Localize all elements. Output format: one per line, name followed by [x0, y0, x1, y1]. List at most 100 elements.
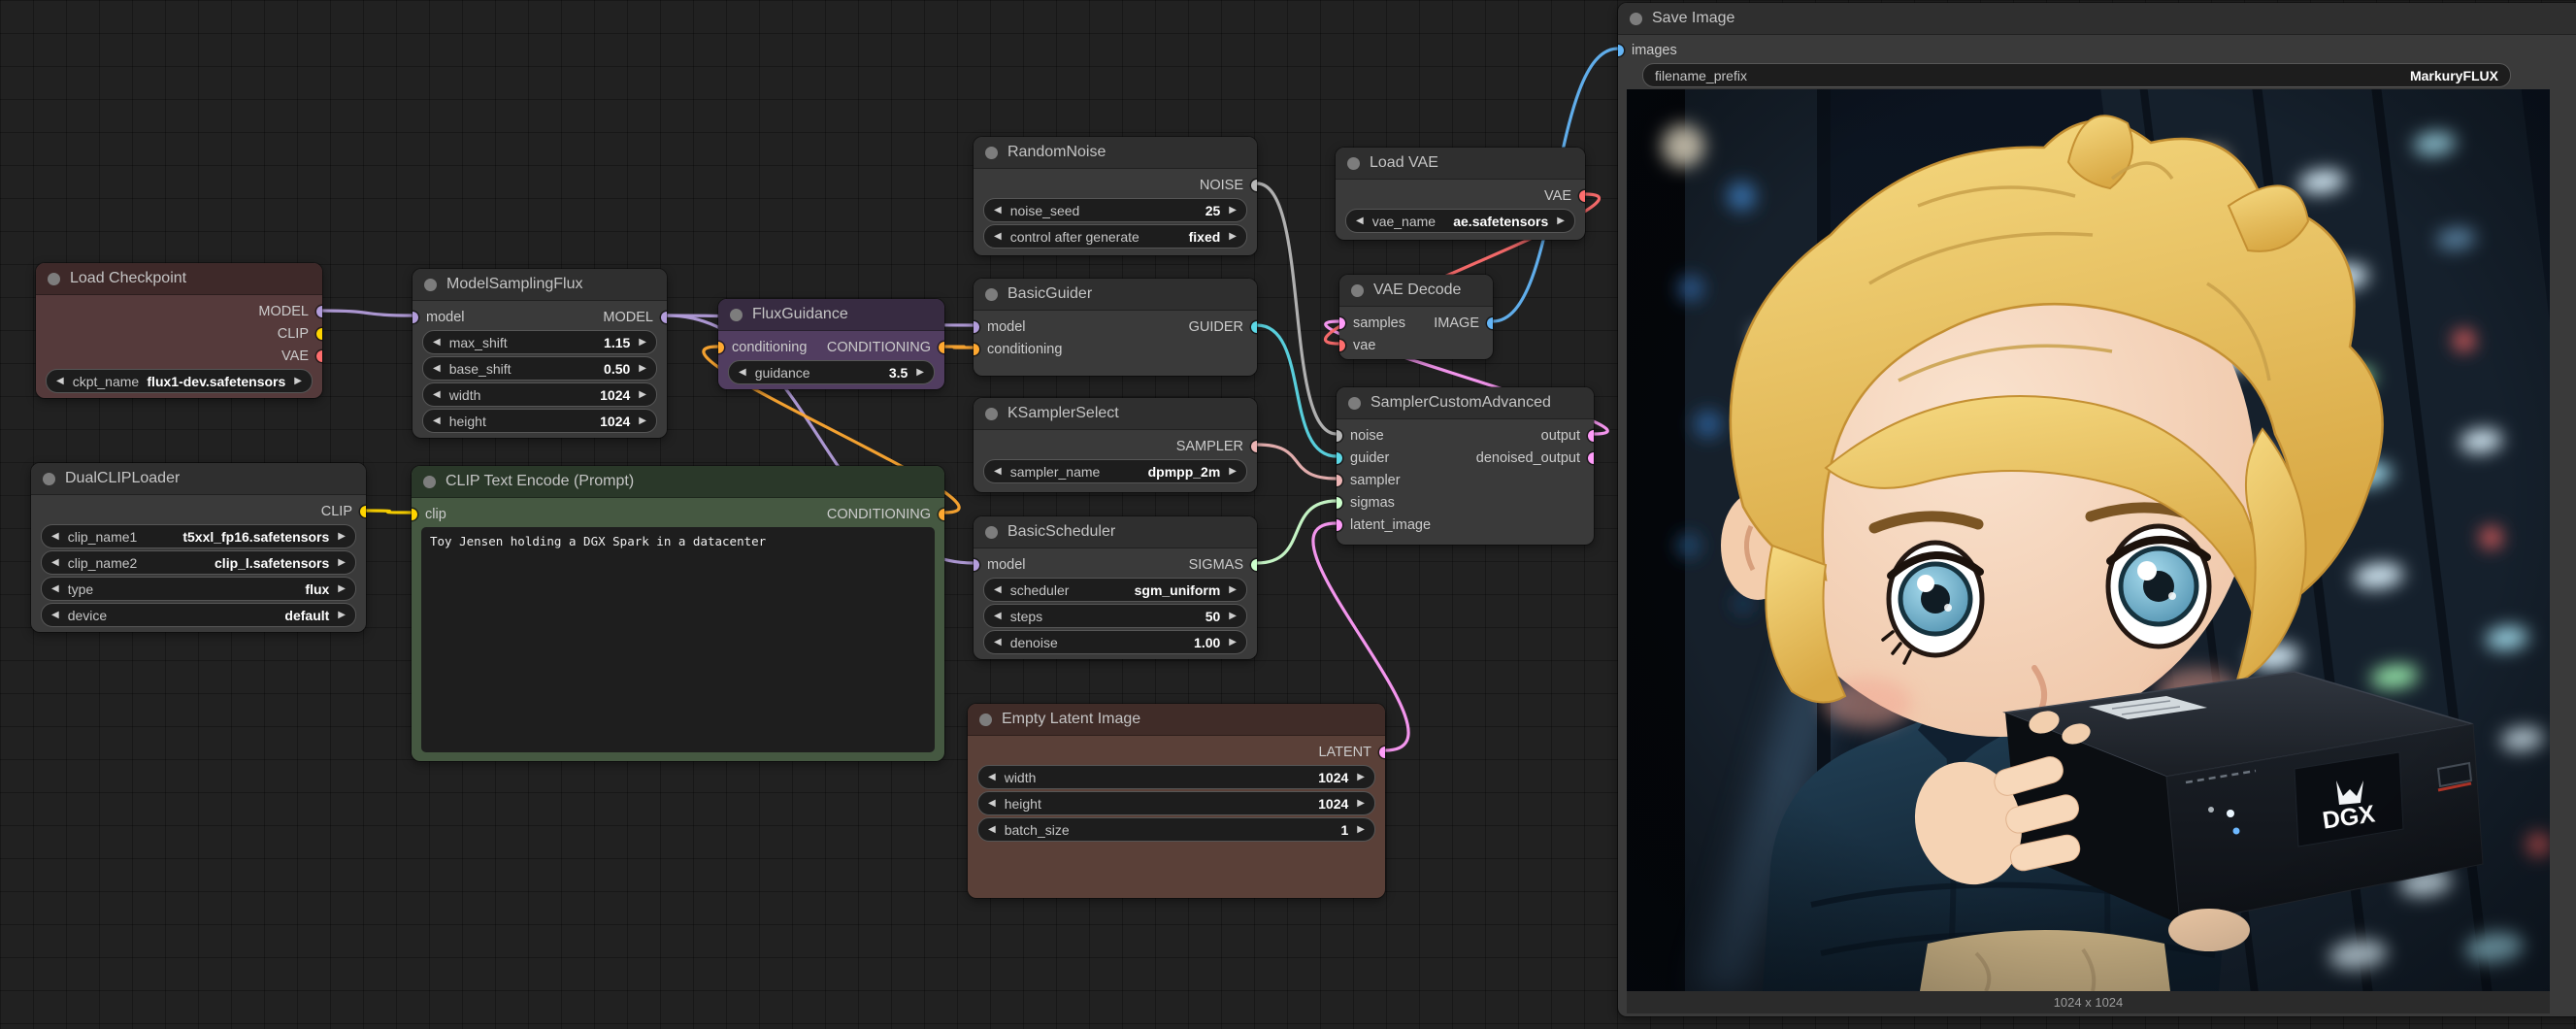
input-port-sigmas[interactable] [1337, 497, 1342, 509]
input-port-conditioning[interactable] [718, 342, 724, 353]
output-port-vae[interactable] [1579, 190, 1585, 202]
prev-arrow-icon[interactable]: ◀ [51, 558, 59, 568]
input-port-vae[interactable] [1339, 340, 1345, 351]
collapse-dot-icon[interactable] [43, 473, 55, 485]
next-arrow-icon[interactable]: ▶ [639, 390, 646, 400]
widget-sampler-name[interactable]: ◀sampler_namedpmpp_2m▶ [983, 459, 1247, 483]
collapse-dot-icon[interactable] [730, 309, 743, 321]
next-arrow-icon[interactable]: ▶ [1357, 799, 1365, 809]
output-port-denoised-output[interactable] [1588, 452, 1594, 464]
output-port-output[interactable] [1588, 430, 1594, 442]
collapse-dot-icon[interactable] [985, 526, 998, 539]
widget-value[interactable]: ae.safetensors [1453, 214, 1548, 229]
widget-value[interactable]: 0.50 [604, 361, 630, 377]
prev-arrow-icon[interactable]: ◀ [739, 368, 746, 378]
widget-guidance[interactable]: ◀guidance3.5▶ [728, 360, 935, 384]
next-arrow-icon[interactable]: ▶ [1229, 638, 1237, 647]
node-header[interactable]: FluxGuidance [718, 299, 944, 331]
prev-arrow-icon[interactable]: ◀ [994, 206, 1002, 216]
widget-value[interactable]: clip_l.safetensors [215, 555, 329, 571]
input-port-model[interactable] [413, 312, 418, 323]
next-arrow-icon[interactable]: ▶ [639, 338, 646, 348]
widget-clip-name1[interactable]: ◀clip_name1t5xxl_fp16.safetensors▶ [41, 524, 356, 548]
input-port-latent-image[interactable] [1337, 519, 1342, 531]
node-header[interactable]: Save Image [1618, 3, 2576, 35]
prev-arrow-icon[interactable]: ◀ [994, 232, 1002, 242]
comfyui-graph-canvas[interactable]: { "type_colors": { "MODEL": "#B39DDB", "… [0, 0, 2576, 1029]
widget-type[interactable]: ◀typeflux▶ [41, 577, 356, 601]
node-basic-guider[interactable]: BasicGuider modelGUIDER conditioning [974, 279, 1257, 376]
prev-arrow-icon[interactable]: ◀ [994, 467, 1002, 477]
widget-value[interactable]: 1024 [600, 387, 630, 403]
node-header[interactable]: Load VAE [1336, 148, 1585, 180]
node-load-vae[interactable]: Load VAE VAE ◀vae_nameae.safetensors▶ [1336, 148, 1585, 240]
prev-arrow-icon[interactable]: ◀ [433, 390, 441, 400]
output-port-noise[interactable] [1251, 180, 1257, 191]
input-port-model[interactable] [974, 559, 979, 571]
widget-filename-prefix[interactable]: filename_prefixMarkuryFLUX [1642, 63, 2511, 87]
node-model-sampling-flux[interactable]: ModelSamplingFlux modelMODEL ◀max_shift1… [413, 269, 667, 438]
widget-control-after-generate[interactable]: ◀control after generatefixed▶ [983, 224, 1247, 249]
collapse-dot-icon[interactable] [1348, 397, 1361, 410]
next-arrow-icon[interactable]: ▶ [1357, 773, 1365, 782]
collapse-dot-icon[interactable] [1351, 284, 1364, 297]
widget-value[interactable]: 1 [1341, 822, 1349, 838]
output-port-vae[interactable] [316, 350, 322, 362]
node-header[interactable]: DualCLIPLoader [31, 463, 366, 495]
widget-value[interactable]: 1024 [1318, 770, 1348, 785]
output-port-sigmas[interactable] [1251, 559, 1257, 571]
widget-width[interactable]: ◀width1024▶ [422, 382, 657, 407]
widget-noise-seed[interactable]: ◀noise_seed25▶ [983, 198, 1247, 222]
widget-device[interactable]: ◀devicedefault▶ [41, 603, 356, 627]
output-port-conditioning[interactable] [939, 509, 944, 520]
prev-arrow-icon[interactable]: ◀ [994, 612, 1002, 621]
widget-value[interactable]: 1024 [600, 414, 630, 429]
output-port-sampler[interactable] [1251, 441, 1257, 452]
widget-value[interactable]: 1.15 [604, 335, 630, 350]
input-port-clip[interactable] [412, 509, 417, 520]
node-save-image[interactable]: Save Image images filename_prefixMarkury… [1618, 3, 2576, 1016]
output-port-conditioning[interactable] [939, 342, 944, 353]
widget-denoise[interactable]: ◀denoise1.00▶ [983, 630, 1247, 654]
next-arrow-icon[interactable]: ▶ [294, 377, 302, 386]
prev-arrow-icon[interactable]: ◀ [56, 377, 64, 386]
widget-value[interactable]: dpmpp_2m [1148, 464, 1221, 480]
input-port-samples[interactable] [1339, 317, 1345, 329]
prev-arrow-icon[interactable]: ◀ [988, 773, 996, 782]
node-header[interactable]: SamplerCustomAdvanced [1337, 387, 1594, 419]
output-port-clip[interactable] [316, 328, 322, 340]
next-arrow-icon[interactable]: ▶ [639, 364, 646, 374]
next-arrow-icon[interactable]: ▶ [1357, 825, 1365, 835]
next-arrow-icon[interactable]: ▶ [1229, 467, 1237, 477]
node-header[interactable]: KSamplerSelect [974, 398, 1257, 430]
node-header[interactable]: RandomNoise [974, 137, 1257, 169]
prev-arrow-icon[interactable]: ◀ [988, 799, 996, 809]
widget-value[interactable]: flux1-dev.safetensors [147, 374, 285, 389]
next-arrow-icon[interactable]: ▶ [1229, 585, 1237, 595]
node-header[interactable]: CLIP Text Encode (Prompt) [412, 466, 944, 498]
node-load-checkpoint[interactable]: Load Checkpoint MODEL CLIP VAE ◀ckpt_nam… [36, 263, 322, 398]
node-header[interactable]: VAE Decode [1339, 275, 1493, 307]
collapse-dot-icon[interactable] [985, 408, 998, 420]
next-arrow-icon[interactable]: ▶ [1229, 232, 1237, 242]
node-header[interactable]: BasicGuider [974, 279, 1257, 311]
widget-value[interactable]: 3.5 [889, 365, 908, 381]
node-empty-latent-image[interactable]: Empty Latent Image LATENT ◀width1024▶ ◀h… [968, 704, 1385, 898]
node-header[interactable]: ModelSamplingFlux [413, 269, 667, 301]
input-port-conditioning[interactable] [974, 344, 979, 355]
widget-value[interactable]: default [284, 608, 329, 623]
input-port-guider[interactable] [1337, 452, 1342, 464]
prev-arrow-icon[interactable]: ◀ [988, 825, 996, 835]
widget-value[interactable]: MarkuryFLUX [2410, 68, 2498, 83]
widget-base-shift[interactable]: ◀base_shift0.50▶ [422, 356, 657, 381]
widget-value[interactable]: fixed [1189, 229, 1221, 245]
node-sampler-custom-advanced[interactable]: SamplerCustomAdvanced noiseoutput guider… [1337, 387, 1594, 545]
collapse-dot-icon[interactable] [979, 714, 992, 726]
node-header[interactable]: Empty Latent Image [968, 704, 1385, 736]
output-port-model[interactable] [661, 312, 667, 323]
widget-scheduler[interactable]: ◀schedulersgm_uniform▶ [983, 578, 1247, 602]
node-header[interactable]: Load Checkpoint [36, 263, 322, 295]
input-port-noise[interactable] [1337, 430, 1342, 442]
widget-width[interactable]: ◀width1024▶ [977, 765, 1375, 789]
collapse-dot-icon[interactable] [1630, 13, 1642, 25]
